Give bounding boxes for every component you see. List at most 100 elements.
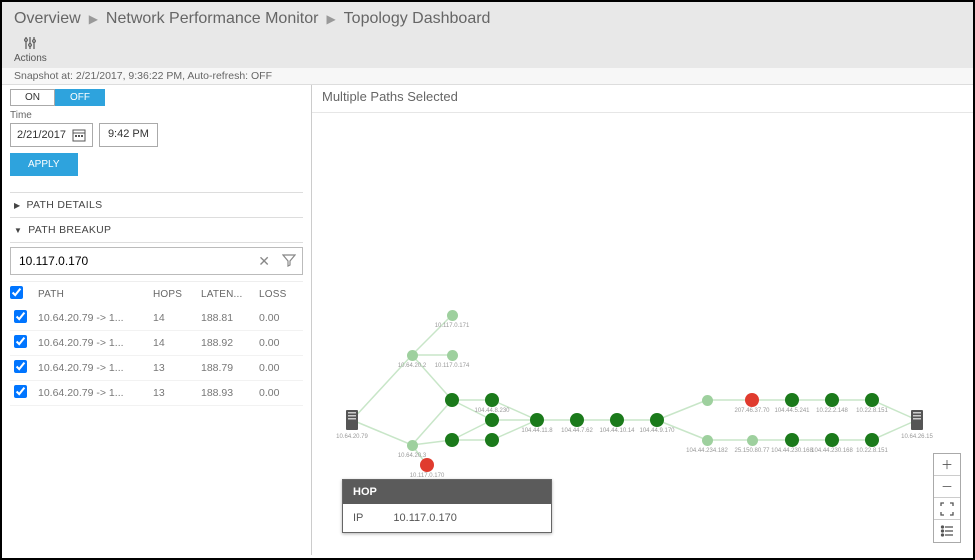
cell-hops: 13 (153, 387, 197, 399)
topology-node[interactable] (485, 413, 499, 427)
topology-node[interactable] (530, 413, 544, 427)
node-label: 10.64.20.2 (398, 363, 426, 369)
filter-icon[interactable] (276, 249, 302, 274)
topology-node[interactable] (447, 310, 458, 321)
node-label: 104.44.9.170 (639, 428, 674, 434)
toggle-off[interactable]: OFF (55, 89, 105, 106)
zoom-in-button[interactable]: ＋ (934, 454, 960, 476)
cell-path: 10.64.20.79 -> 1... (38, 312, 149, 324)
topology-node[interactable] (485, 433, 499, 447)
node-label: 10.117.0.170 (410, 473, 445, 479)
node-label: 104.44.11.8 (521, 428, 552, 434)
node-label: 10.64.26.15 (901, 434, 933, 440)
cell-path: 10.64.20.79 -> 1... (38, 337, 149, 349)
chevron-right-icon: ▶ (14, 201, 20, 210)
time-label: Time (10, 110, 303, 121)
calendar-icon (72, 128, 86, 142)
cell-loss: 0.00 (259, 337, 303, 349)
topology-node[interactable] (445, 433, 459, 447)
chevron-right-icon: ▶ (326, 12, 335, 26)
topology-node[interactable] (447, 350, 458, 361)
tooltip-ip-label: IP (353, 512, 363, 524)
zoom-list-button[interactable] (934, 520, 960, 542)
table-row[interactable]: 10.64.20.79 -> 1... 13 188.93 0.00 (10, 381, 303, 406)
topology-node[interactable] (785, 393, 799, 407)
topology-node[interactable] (785, 433, 799, 447)
snapshot-text: Snapshot at: 2/21/2017, 9:36:22 PM, Auto… (2, 68, 973, 85)
cell-hops: 14 (153, 337, 197, 349)
topology-node[interactable] (407, 440, 418, 451)
cell-loss: 0.00 (259, 387, 303, 399)
breadcrumb-item[interactable]: Overview (14, 10, 81, 28)
actions-label: Actions (14, 53, 47, 64)
topology-node[interactable] (865, 393, 879, 407)
topology-node[interactable] (825, 433, 839, 447)
topology-node[interactable] (407, 350, 418, 361)
topology-node[interactable] (702, 435, 713, 446)
col-path: PATH (38, 289, 149, 300)
accordion-path-details[interactable]: ▶ PATH DETAILS (10, 193, 303, 218)
toggle-on[interactable]: ON (10, 89, 55, 106)
zoom-controls: ＋ － (933, 453, 961, 543)
topology-node[interactable] (745, 393, 759, 407)
topology-node[interactable] (445, 393, 459, 407)
content-title: Multiple Paths Selected (312, 85, 973, 113)
table-row[interactable]: 10.64.20.79 -> 1... 13 188.79 0.00 (10, 356, 303, 381)
sidebar: ‹ ON OFF Time 2/21/2017 9:42 PM APPLY ▶ … (2, 85, 312, 555)
node-label: 10.22.2.148 (816, 408, 848, 414)
select-all-checkbox[interactable] (10, 286, 23, 299)
cell-hops: 14 (153, 312, 197, 324)
path-grid: PATH HOPS LATEN... LOSS 10.64.20.79 -> 1… (10, 281, 303, 406)
topology-node[interactable] (570, 413, 584, 427)
date-input[interactable]: 2/21/2017 (10, 123, 93, 147)
chevron-down-icon: ▼ (14, 226, 22, 235)
cell-loss: 0.00 (259, 312, 303, 324)
topology-node[interactable] (420, 458, 434, 472)
col-hops: HOPS (153, 289, 197, 300)
table-row[interactable]: 10.64.20.79 -> 1... 14 188.81 0.00 (10, 306, 303, 331)
topology-node[interactable] (747, 435, 758, 446)
topology-node[interactable] (650, 413, 664, 427)
accordion-path-breakup[interactable]: ▼ PATH BREAKUP (10, 218, 303, 243)
zoom-out-button[interactable]: － (934, 476, 960, 498)
time-input[interactable]: 9:42 PM (99, 123, 158, 147)
clear-icon[interactable]: ✕ (252, 249, 276, 274)
table-row[interactable]: 10.64.20.79 -> 1... 14 188.92 0.00 (10, 331, 303, 356)
apply-button[interactable]: APPLY (10, 153, 78, 176)
search-input[interactable] (11, 248, 252, 274)
node-label: 104.44.230.168 (771, 448, 813, 454)
node-label: 10.117.0.171 (435, 323, 470, 329)
topology-node[interactable] (825, 393, 839, 407)
cell-path: 10.64.20.79 -> 1... (38, 362, 149, 374)
topology-canvas[interactable]: Multiple Paths Selected HOP IP 10.117.0.… (312, 85, 973, 555)
node-label: 104.44.234.182 (686, 448, 728, 454)
node-label: 104.44.10.14 (599, 428, 634, 434)
node-label: 104.44.230.168 (811, 448, 853, 454)
topology-node[interactable] (702, 395, 713, 406)
row-checkbox[interactable] (14, 360, 27, 373)
topology-node[interactable] (610, 413, 624, 427)
server-icon[interactable] (909, 408, 925, 432)
actions-button[interactable]: Actions (14, 36, 47, 64)
tooltip-title: HOP (343, 480, 551, 504)
node-label: 10.22.8.151 (856, 408, 888, 414)
node-label: 10.22.8.151 (856, 448, 888, 454)
chevron-right-icon: ▶ (89, 12, 98, 26)
row-checkbox[interactable] (14, 385, 27, 398)
cell-hops: 13 (153, 362, 197, 374)
zoom-fit-button[interactable] (934, 498, 960, 520)
topology-node[interactable] (865, 433, 879, 447)
breadcrumb-item[interactable]: Network Performance Monitor (106, 10, 319, 28)
server-icon[interactable] (344, 408, 360, 432)
cell-latency: 188.81 (201, 312, 255, 324)
row-checkbox[interactable] (14, 310, 27, 323)
cell-latency: 188.79 (201, 362, 255, 374)
row-checkbox[interactable] (14, 335, 27, 348)
node-label: 10.64.20.79 (336, 434, 368, 440)
col-latency: LATEN... (201, 289, 255, 300)
cell-latency: 188.93 (201, 387, 255, 399)
node-label: 25.150.80.77 (734, 448, 769, 454)
cell-latency: 188.92 (201, 337, 255, 349)
topology-node[interactable] (485, 393, 499, 407)
breadcrumb-item[interactable]: Topology Dashboard (344, 10, 491, 28)
